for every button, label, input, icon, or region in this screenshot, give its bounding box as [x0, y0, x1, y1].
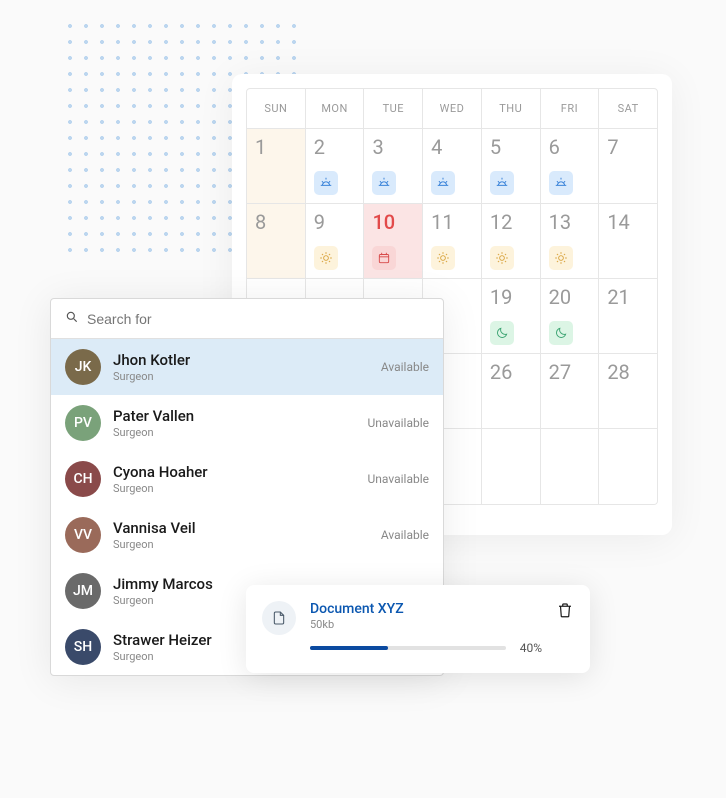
- calendar-day-head: FRI: [540, 89, 599, 129]
- calendar-cell[interactable]: 8: [247, 204, 305, 279]
- calendar-date-number: 2: [314, 135, 364, 159]
- calendar-day-head: WED: [422, 89, 481, 129]
- calendar-cell[interactable]: 21: [598, 279, 657, 354]
- calendar-cell-empty: [598, 429, 657, 504]
- sun-icon: [314, 246, 338, 270]
- calendar-date-number: 1: [255, 135, 305, 159]
- avatar: SH: [65, 629, 101, 665]
- upload-card: Document XYZ 50kb 40%: [246, 585, 590, 673]
- calendar-cell[interactable]: 2: [305, 129, 364, 204]
- calendar-cell[interactable]: 19: [481, 279, 540, 354]
- calendar-date-number: 12: [490, 210, 540, 234]
- sunrise-icon: [314, 171, 338, 195]
- list-item-name: Jhon Kotler: [113, 351, 369, 369]
- calendar-cell[interactable]: 27: [540, 354, 599, 429]
- moon-icon: [490, 321, 514, 345]
- calendar-cell[interactable]: 1: [247, 129, 305, 204]
- calendar-cell[interactable]: 10: [363, 204, 422, 279]
- calendar-date-number: 27: [549, 360, 599, 384]
- search-icon: [65, 309, 79, 328]
- calendar-cell[interactable]: 20: [540, 279, 599, 354]
- calendar-date-number: 14: [607, 210, 657, 234]
- calendar-cell[interactable]: 5: [481, 129, 540, 204]
- file-icon: [262, 601, 296, 635]
- delete-button[interactable]: [556, 601, 574, 619]
- calendar-date-number: 19: [490, 285, 540, 309]
- calendar-date-number: 3: [372, 135, 422, 159]
- calendar-cell[interactable]: 13: [540, 204, 599, 279]
- avatar: JK: [65, 349, 101, 385]
- list-item[interactable]: CH Cyona HoaherSurgeon Unavailable: [51, 451, 443, 507]
- list-item-role: Surgeon: [113, 538, 369, 551]
- avatar: CH: [65, 461, 101, 497]
- list-item[interactable]: PV Pater VallenSurgeon Unavailable: [51, 395, 443, 451]
- sunrise-icon: [372, 171, 396, 195]
- calendar-cell[interactable]: 11: [422, 204, 481, 279]
- calendar-cell[interactable]: 3: [363, 129, 422, 204]
- sun-icon: [431, 246, 455, 270]
- calendar-cell[interactable]: 12: [481, 204, 540, 279]
- list-item-role: Surgeon: [113, 482, 356, 495]
- calendar-cell[interactable]: 26: [481, 354, 540, 429]
- calendar-date-number: 6: [549, 135, 599, 159]
- cal-icon: [372, 246, 396, 270]
- upload-progress-fill: [310, 646, 388, 650]
- avatar: VV: [65, 517, 101, 553]
- upload-file-size: 50kb: [310, 618, 542, 631]
- calendar-day-head: MON: [305, 89, 364, 129]
- calendar-day-head: THU: [481, 89, 540, 129]
- search-bar: [51, 299, 443, 339]
- list-item-status: Available: [381, 528, 429, 542]
- list-item[interactable]: JK Jhon KotlerSurgeon Available: [51, 339, 443, 395]
- calendar-day-head: TUE: [363, 89, 422, 129]
- avatar: JM: [65, 573, 101, 609]
- calendar-cell-empty: [481, 429, 540, 504]
- calendar-date-number: 8: [255, 210, 305, 234]
- upload-progress-pct: 40%: [520, 641, 542, 655]
- calendar-date-number: 9: [314, 210, 364, 234]
- calendar-cell[interactable]: 28: [598, 354, 657, 429]
- calendar-date-number: 5: [490, 135, 540, 159]
- trash-icon: [556, 604, 574, 623]
- calendar-cell[interactable]: 9: [305, 204, 364, 279]
- calendar-date-number: 21: [607, 285, 657, 309]
- sun-icon: [549, 246, 573, 270]
- calendar-cell[interactable]: 4: [422, 129, 481, 204]
- list-item[interactable]: VV Vannisa VeilSurgeon Available: [51, 507, 443, 563]
- calendar-cell[interactable]: 6: [540, 129, 599, 204]
- calendar-date-number: 11: [431, 210, 481, 234]
- calendar-date-number: 10: [372, 210, 422, 234]
- list-item-status: Unavailable: [368, 472, 429, 486]
- sunrise-icon: [549, 171, 573, 195]
- calendar-date-number: 28: [607, 360, 657, 384]
- list-item-status: Unavailable: [368, 416, 429, 430]
- calendar-date-number: 20: [549, 285, 599, 309]
- search-input[interactable]: [87, 311, 429, 327]
- moon-icon: [549, 321, 573, 345]
- calendar-cell[interactable]: 14: [598, 204, 657, 279]
- calendar-day-head: SAT: [598, 89, 657, 129]
- list-item-name: Pater Vallen: [113, 407, 356, 425]
- list-item-name: Cyona Hoaher: [113, 463, 356, 481]
- sunrise-icon: [490, 171, 514, 195]
- list-item-name: Vannisa Veil: [113, 519, 369, 537]
- calendar-day-head: SUN: [247, 89, 305, 129]
- calendar-date-number: 13: [549, 210, 599, 234]
- avatar: PV: [65, 405, 101, 441]
- upload-progress-track: [310, 646, 506, 650]
- sun-icon: [490, 246, 514, 270]
- list-item-role: Surgeon: [113, 426, 356, 439]
- calendar-cell[interactable]: 7: [598, 129, 657, 204]
- calendar-date-number: 26: [490, 360, 540, 384]
- calendar-cell-empty: [540, 429, 599, 504]
- list-item-role: Surgeon: [113, 370, 369, 383]
- calendar-date-number: 4: [431, 135, 481, 159]
- list-item-status: Available: [381, 360, 429, 374]
- upload-file-name: Document XYZ: [310, 601, 542, 617]
- sunrise-icon: [431, 171, 455, 195]
- calendar-date-number: 7: [607, 135, 657, 159]
